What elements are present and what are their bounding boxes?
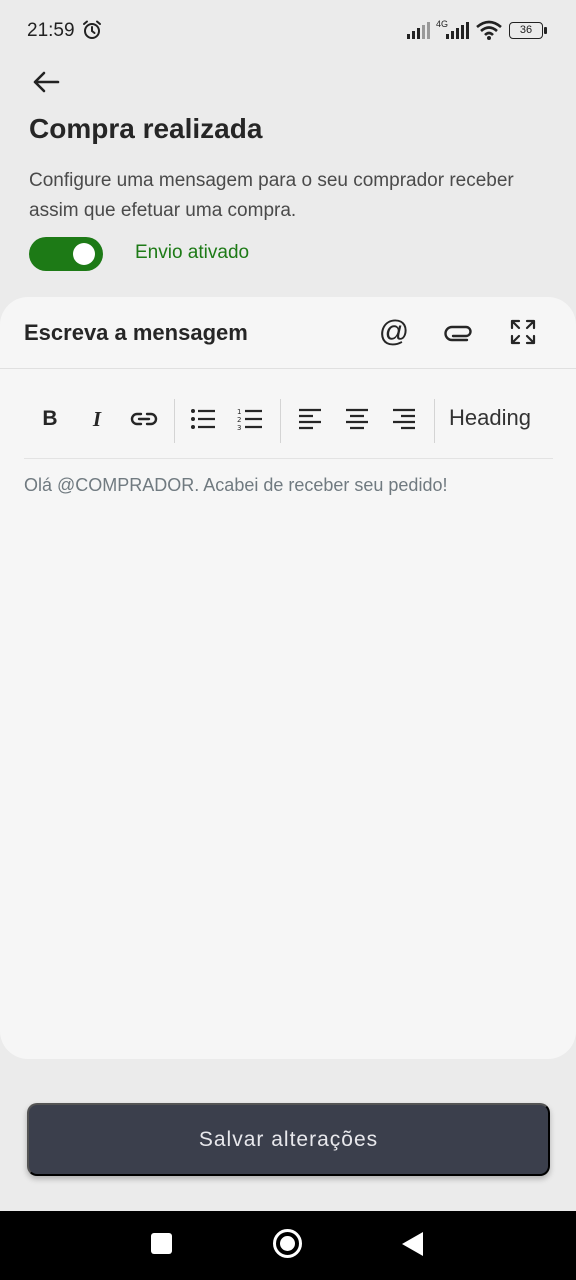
save-button[interactable]: Salvar alterações — [27, 1103, 550, 1176]
battery-icon: 36 — [509, 22, 547, 39]
italic-icon[interactable]: I — [77, 399, 117, 439]
alarm-icon — [83, 20, 101, 39]
align-center-icon[interactable] — [337, 399, 377, 439]
svg-text:1: 1 — [237, 408, 241, 416]
toolbar-divider — [434, 399, 435, 443]
toolbar-divider — [280, 399, 281, 443]
paperclip-icon[interactable] — [442, 315, 476, 349]
toolbar-divider — [174, 399, 175, 443]
status-time: 21:59 — [27, 20, 75, 41]
expand-icon[interactable] — [506, 315, 540, 349]
system-nav-bar — [0, 1211, 576, 1280]
at-icon[interactable]: @ — [377, 315, 411, 349]
arrow-left-icon — [33, 71, 60, 93]
recents-icon[interactable] — [151, 1233, 172, 1254]
page-description: Configure uma mensagem para o seu compra… — [29, 170, 514, 221]
svg-text:2: 2 — [237, 416, 241, 424]
editor-header: Escreva a mensagem @ — [0, 297, 576, 369]
send-toggle[interactable] — [29, 237, 103, 271]
align-right-icon[interactable] — [384, 399, 424, 439]
signal-icon — [407, 22, 430, 39]
toggle-knob — [73, 243, 95, 265]
heading-button[interactable]: Heading — [449, 405, 531, 431]
back-button[interactable] — [28, 64, 64, 100]
status-bar: 21:59 4G 36 — [0, 0, 576, 62]
align-left-icon[interactable] — [290, 399, 330, 439]
numbered-list-icon[interactable]: 1 2 3 — [230, 399, 270, 439]
formatting-toolbar: B I 1 2 3 Heading — [24, 391, 553, 459]
message-input[interactable]: Olá @COMPRADOR. Acabei de receber seu pe… — [24, 475, 447, 496]
editor-title: Escreva a mensagem — [24, 320, 248, 345]
svg-text:3: 3 — [237, 424, 241, 430]
signal-icon-2 — [446, 22, 469, 39]
page-title: Compra realizada — [29, 113, 263, 144]
bullet-list-icon[interactable] — [183, 399, 223, 439]
back-icon[interactable] — [402, 1232, 423, 1256]
home-icon[interactable] — [273, 1229, 302, 1258]
bold-icon[interactable]: B — [30, 399, 70, 439]
message-editor-card: Escreva a mensagem @ B I 1 2 3 Heading O… — [0, 297, 576, 1059]
link-icon[interactable] — [124, 399, 164, 439]
toggle-label: Envio ativado — [135, 242, 250, 263]
wifi-icon — [476, 20, 502, 40]
